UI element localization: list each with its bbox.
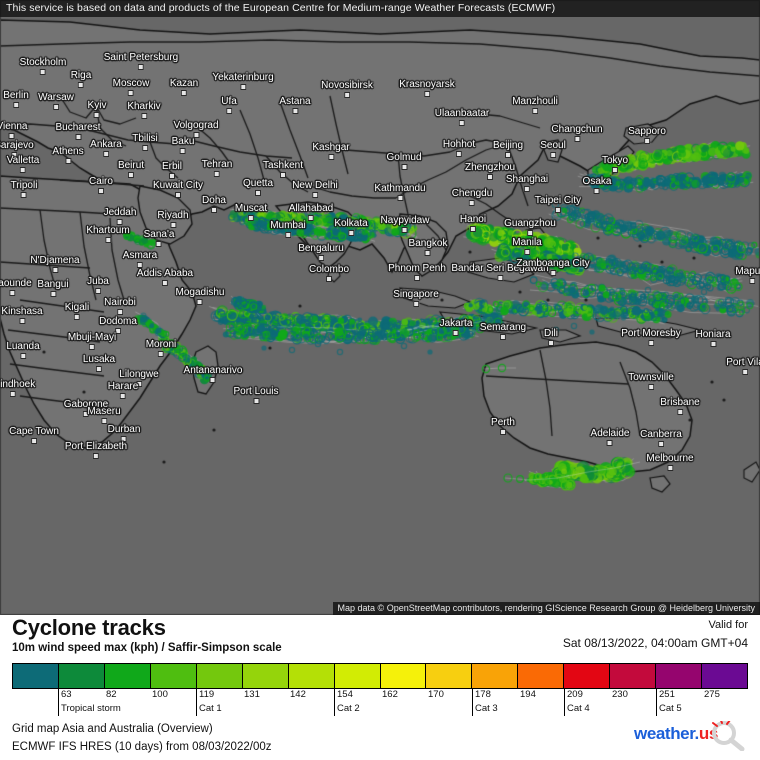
scale-tick: 82 — [106, 689, 117, 700]
color-swatch — [13, 664, 59, 688]
color-swatch — [150, 664, 197, 688]
weather-us-logo[interactable]: weather.us — [634, 720, 752, 752]
category-label: Cat 3 — [472, 702, 498, 716]
color-scale: 63 82 100 119 131 142 154 162 170 178 194 209 230 251… — [12, 663, 748, 716]
scale-tick: 275 — [704, 689, 720, 700]
color-swatch — [426, 664, 473, 688]
scale-tick: 142 — [290, 689, 306, 700]
cyclone-map-canvas[interactable] — [0, 0, 760, 615]
color-swatch — [380, 664, 427, 688]
scale-tick: 63 — [58, 689, 72, 702]
weather-us-wordmark: weather.us — [634, 724, 718, 744]
color-scale-bar — [12, 663, 748, 689]
color-swatch — [196, 664, 243, 688]
color-scale-ticks: 63 82 100 119 131 142 154 162 170 178 194 209 230 251… — [12, 689, 748, 702]
scale-tick: 119 — [196, 689, 214, 702]
legend-footer: Cyclone tracks 10m wind speed max (kph) … — [0, 615, 760, 760]
scale-tick: 170 — [428, 689, 444, 700]
scale-tick: 162 — [382, 689, 398, 700]
scale-tick: 131 — [244, 689, 260, 700]
color-swatch — [58, 664, 105, 688]
color-swatch — [656, 664, 703, 688]
valid-for-label: Valid for — [708, 619, 748, 631]
color-swatch — [288, 664, 335, 688]
category-label: Cat 5 — [656, 702, 682, 716]
color-swatch — [242, 664, 289, 688]
cyclone-track-map-page: Stockholm Saint Petersburg Riga Moscow Kazan… — [0, 0, 760, 760]
color-swatch — [564, 664, 611, 688]
category-label: Cat 1 — [196, 702, 222, 716]
legend-header: Cyclone tracks 10m wind speed max (kph) … — [0, 615, 760, 660]
source-line-1: Grid map Asia and Australia (Overview) — [12, 723, 213, 735]
legend-title: Cyclone tracks — [12, 615, 166, 640]
color-swatch — [104, 664, 151, 688]
saffir-simpson-categories: Tropical storm Cat 1 Cat 2 Cat 3 Cat 4 Cat 5 — [12, 702, 748, 716]
scale-tick: 154 — [334, 689, 353, 702]
color-swatch — [518, 664, 565, 688]
color-swatch — [610, 664, 657, 688]
weather-map-panel[interactable]: Stockholm Saint Petersburg Riga Moscow Kazan… — [0, 0, 760, 615]
scale-tick: 209 — [564, 689, 583, 702]
magnifier-icon — [712, 721, 745, 751]
scale-tick: 178 — [472, 689, 491, 702]
valid-for-datetime: Sat 08/13/2022, 04:00am GMT+04 — [562, 636, 748, 650]
brand-part-weather: weather. — [634, 724, 699, 743]
color-swatch — [472, 664, 519, 688]
legend-subtitle: 10m wind speed max (kph) / Saffir-Simpso… — [12, 642, 282, 654]
category-label: Tropical storm — [58, 702, 121, 716]
color-swatch — [702, 664, 747, 688]
category-label: Cat 2 — [334, 702, 360, 716]
map-attribution: Map data © OpenStreetMap contributors, r… — [332, 602, 760, 615]
scale-tick: 100 — [152, 689, 168, 700]
category-label: Cat 4 — [564, 702, 590, 716]
source-line-2: ECMWF IFS HRES (10 days) from 08/03/2022… — [12, 741, 272, 753]
scale-tick: 194 — [520, 689, 536, 700]
scale-tick: 230 — [612, 689, 628, 700]
ecmwf-disclaimer-bar: This service is based on data and produc… — [0, 0, 760, 17]
color-swatch — [334, 664, 381, 688]
scale-tick: 251 — [656, 689, 675, 702]
